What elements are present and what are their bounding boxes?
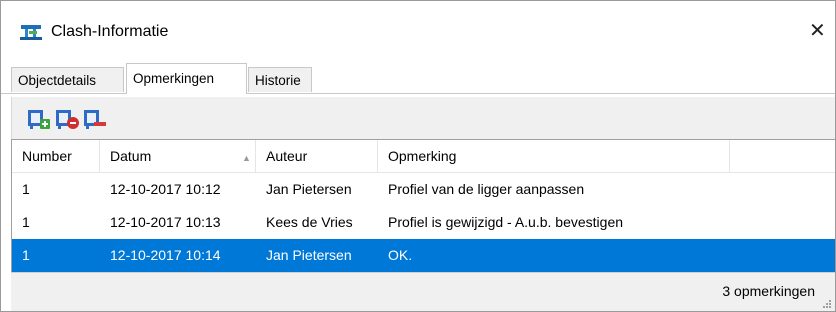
column-header-opmerking[interactable]: Opmerking	[378, 140, 730, 172]
window-title: Clash-Informatie	[51, 23, 169, 40]
cell-datum: 12-10-2017 10:14	[110, 247, 221, 263]
delete-comment-icon[interactable]	[82, 107, 108, 131]
tab-historie[interactable]: Historie	[248, 67, 312, 92]
cell-opmerking: Profiel is gewijzigd - A.u.b. bevestigen	[388, 214, 624, 230]
column-header-filler	[730, 140, 835, 172]
column-header-auteur[interactable]: Auteur	[256, 140, 378, 172]
resize-grip-icon[interactable]	[822, 299, 832, 309]
cell-opmerking: Profiel van de ligger aanpassen	[388, 181, 585, 197]
comment-count: 3 opmerkingen	[722, 283, 815, 299]
cell-datum: 12-10-2017 10:12	[110, 181, 221, 197]
cell-auteur: Jan Pietersen	[266, 181, 352, 197]
cell-auteur: Jan Pietersen	[266, 247, 352, 263]
cell-number: 1	[22, 214, 30, 230]
tab-objectdetails[interactable]: Objectdetails	[11, 67, 124, 92]
comments-table: Number Datum ▲ Auteur Opmerking 1 12-10-…	[11, 139, 835, 273]
status-bar: 3 opmerkingen	[11, 272, 835, 311]
cell-auteur: Kees de Vries	[266, 214, 353, 230]
table-row[interactable]: 1 12-10-2017 10:12 Jan Pietersen Profiel…	[12, 173, 835, 206]
toolbar	[11, 97, 835, 139]
add-comment-icon[interactable]	[26, 107, 52, 131]
clash-info-icon	[20, 25, 42, 40]
tab-strip: Objectdetails Opmerkingen Historie	[1, 63, 835, 94]
edit-comment-icon[interactable]	[54, 107, 80, 131]
column-header-number[interactable]: Number	[12, 140, 100, 172]
cell-number: 1	[22, 181, 30, 197]
tab-opmerkingen[interactable]: Opmerkingen	[126, 63, 247, 94]
clash-info-window: Clash-Informatie ✕ Objectdetails Opmerki…	[0, 0, 836, 312]
sort-ascending-icon: ▲	[242, 153, 251, 163]
close-icon[interactable]: ✕	[809, 21, 826, 41]
cell-datum: 12-10-2017 10:13	[110, 214, 221, 230]
cell-opmerking: OK.	[388, 247, 413, 263]
title-bar: Clash-Informatie ✕	[1, 1, 835, 57]
table-row[interactable]: 1 12-10-2017 10:13 Kees de Vries Profiel…	[12, 206, 835, 239]
table-row-selected[interactable]: 1 12-10-2017 10:14 Jan Pietersen OK.	[12, 239, 835, 272]
column-header-datum[interactable]: Datum	[100, 140, 256, 172]
table-header: Number Datum ▲ Auteur Opmerking	[12, 140, 835, 173]
cell-number: 1	[22, 247, 30, 263]
